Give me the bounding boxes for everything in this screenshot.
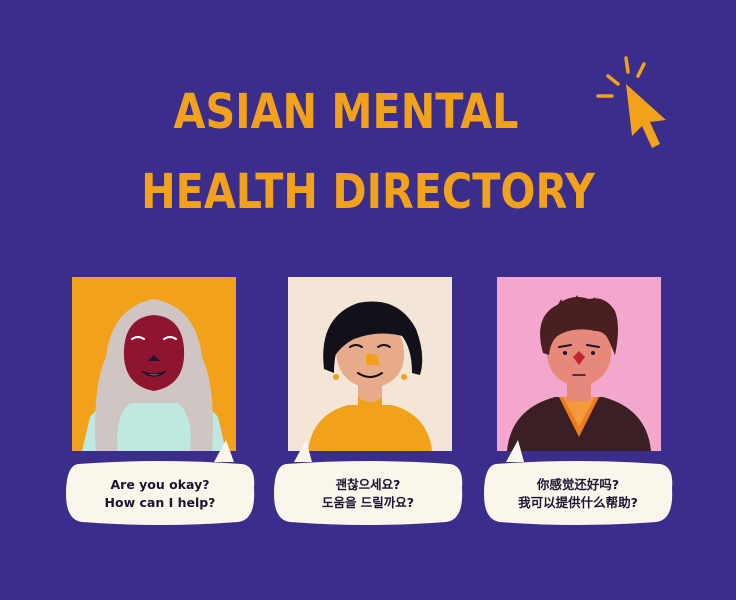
speech-bubble-2: 괜찮으세요? 도움을 드릴까요? — [272, 440, 464, 526]
bubble-3-line-2: 我可以提供什么帮助? — [518, 495, 638, 510]
man-illustration — [497, 277, 661, 451]
speech-bubble-1: Are you okay? How can I help? — [64, 440, 256, 526]
speech-bubble-3: 你感觉还好吗? 我可以提供什么帮助? — [482, 440, 674, 526]
short-hair-woman-illustration — [288, 277, 452, 451]
bubble-3-line-1: 你感觉还好吗? — [536, 477, 620, 492]
portrait-card-2 — [288, 277, 452, 451]
cursor-click-icon — [594, 54, 678, 152]
portrait-card-3 — [497, 277, 661, 451]
bubble-1-line-1: Are you okay? — [110, 477, 210, 492]
portrait-card-1 — [72, 277, 236, 451]
bubble-2-line-2: 도움을 드릴까요? — [321, 495, 415, 510]
title-line-1: ASIAN MENTAL — [173, 84, 519, 140]
title-line-2: HEALTH DIRECTORY — [141, 164, 595, 220]
bubble-1-line-2: How can I help? — [104, 495, 216, 510]
hijab-woman-illustration — [72, 277, 236, 451]
bubble-2-line-1: 괜찮으세요? — [335, 477, 401, 492]
